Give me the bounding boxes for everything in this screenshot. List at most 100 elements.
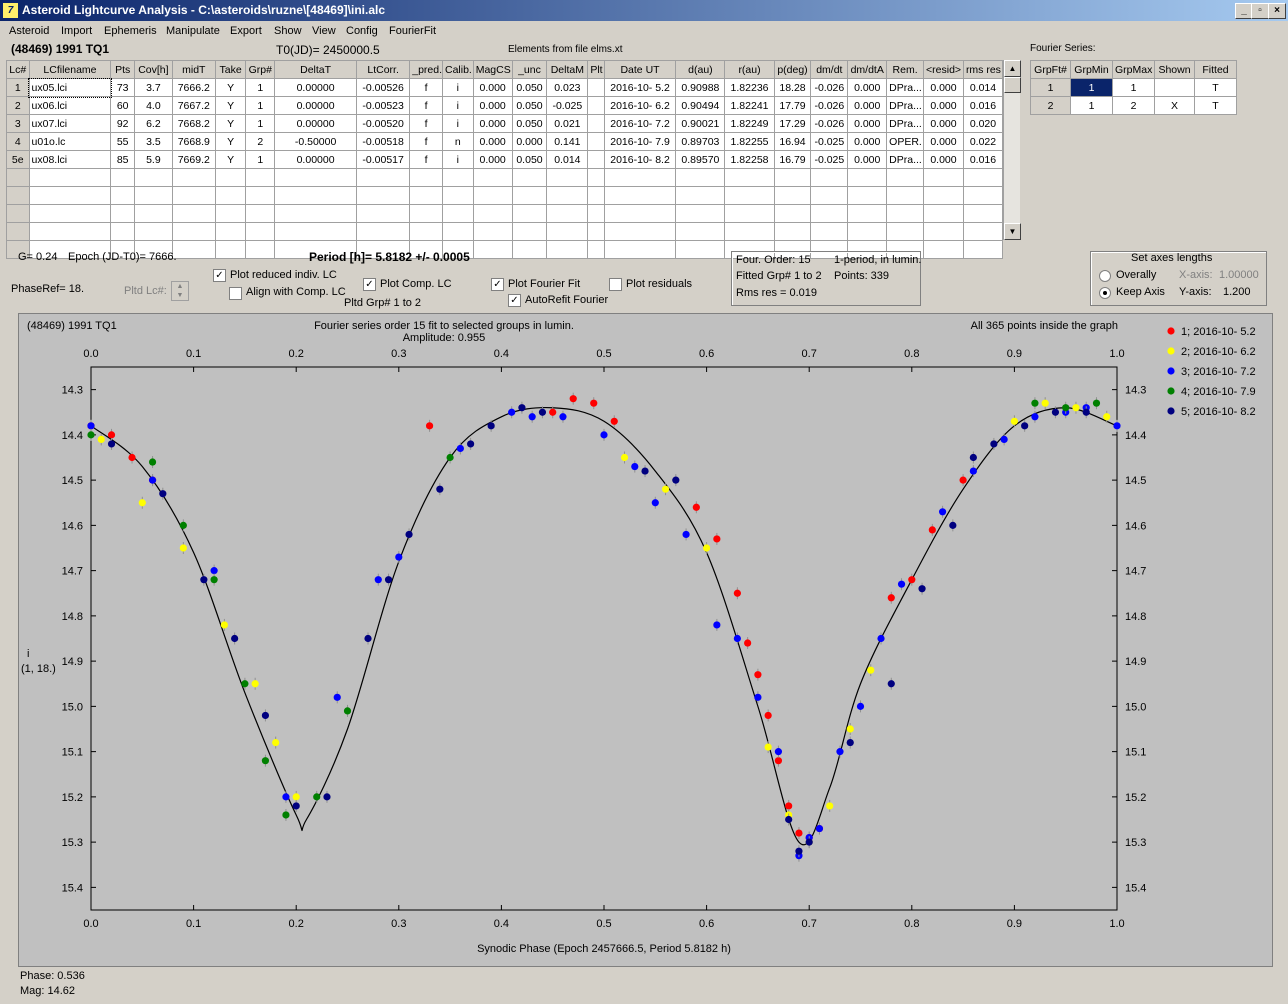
column-header[interactable]: Take	[214, 60, 247, 79]
table-cell[interactable]	[847, 168, 888, 187]
table-row[interactable]: 5e ux08.lci 85 5.9 7669.2 Y 1 0.00000 -0.00517 f i…	[6, 150, 1004, 169]
table-cell[interactable]	[923, 222, 964, 241]
row-header[interactable]: 2	[1030, 96, 1071, 115]
fourier-column-header[interactable]: GrpMin	[1070, 60, 1113, 79]
table-cell[interactable]	[110, 204, 135, 223]
table-cell[interactable]	[171, 168, 216, 187]
table-cell[interactable]	[245, 240, 276, 259]
table-cell[interactable]: 0.90988	[675, 78, 726, 97]
row-header[interactable]	[6, 186, 30, 205]
column-header[interactable]: DeltaT	[274, 60, 358, 79]
y-axis-input[interactable]: 1.200	[1223, 286, 1251, 298]
table-cell[interactable]: 0.014	[962, 78, 1004, 97]
table-cell[interactable]	[171, 204, 216, 223]
table-cell[interactable]	[472, 240, 513, 259]
table-cell[interactable]	[923, 240, 964, 259]
column-header[interactable]: Plt	[587, 60, 605, 79]
row-header[interactable]: 3	[6, 114, 30, 133]
table-cell[interactable]: 0.000	[923, 132, 964, 151]
table-row[interactable]: 1 ux05.lci 73 3.7 7666.2 Y 1 0.00000 -0.00526 f i 0…	[6, 77, 1004, 98]
table-cell[interactable]: 0.000	[923, 96, 964, 115]
table-cell[interactable]	[511, 240, 548, 259]
scroll-down-icon[interactable]: ▼	[1004, 223, 1021, 240]
menu-import[interactable]: Import	[61, 25, 92, 37]
table-cell[interactable]: 55	[110, 132, 135, 151]
table-cell[interactable]	[810, 186, 849, 205]
fourier-column-header[interactable]: Fitted	[1194, 60, 1237, 79]
table-cell[interactable]	[472, 222, 513, 241]
table-cell[interactable]	[28, 186, 112, 205]
table-cell[interactable]: f	[409, 132, 443, 151]
table-cell[interactable]	[356, 168, 411, 187]
column-header[interactable]: LtCorr.	[356, 60, 411, 79]
table-cell[interactable]	[675, 168, 726, 187]
table-row[interactable]: 3 ux07.lci 92 6.2 7668.2 Y 1 0.00000 -0.00520 f i 0…	[6, 114, 1004, 133]
table-cell[interactable]	[886, 204, 925, 223]
table-cell[interactable]	[511, 186, 548, 205]
table-cell[interactable]: -0.00520	[356, 114, 411, 133]
keep-axis-radio[interactable]	[1099, 287, 1111, 299]
table-cell[interactable]	[962, 204, 1004, 223]
table-cell[interactable]: 73	[110, 78, 135, 97]
table-cell[interactable]: 1	[245, 114, 276, 133]
table-cell[interactable]	[675, 240, 726, 259]
pltd-lc-spinner[interactable]: ▲ ▼	[171, 281, 189, 301]
table-cell[interactable]	[214, 204, 247, 223]
table-cell[interactable]	[28, 204, 112, 223]
table-cell[interactable]	[28, 168, 112, 187]
table-cell[interactable]: 0.016	[962, 96, 1004, 115]
table-cell[interactable]: 0.000	[923, 78, 964, 97]
table-cell[interactable]: n	[442, 132, 474, 151]
table-cell[interactable]	[171, 186, 216, 205]
table-cell[interactable]: 4.0	[133, 96, 173, 115]
table-cell[interactable]	[214, 186, 247, 205]
table-cell[interactable]	[214, 168, 247, 187]
table-row[interactable]: 2 ux06.lci 60 4.0 7667.2 Y 1 0.00000 -0.00523 f i 0…	[6, 96, 1004, 115]
column-header[interactable]: Calib.	[442, 60, 474, 79]
table-cell[interactable]: 7666.2	[171, 78, 216, 97]
plot-residuals-checkbox[interactable]	[609, 278, 622, 291]
table-cell[interactable]	[546, 204, 589, 223]
table-cell[interactable]	[962, 168, 1004, 187]
table-cell[interactable]: DPra...	[886, 150, 925, 169]
table-cell[interactable]	[472, 168, 513, 187]
column-header[interactable]: Date UT	[603, 60, 677, 79]
table-cell[interactable]: -0.025	[810, 132, 849, 151]
table-cell[interactable]: 1.82255	[724, 132, 775, 151]
table-cell[interactable]	[409, 222, 443, 241]
table-cell[interactable]: 0.000	[847, 150, 888, 169]
table-cell[interactable]	[356, 186, 411, 205]
table-cell[interactable]	[546, 168, 589, 187]
table-cell[interactable]	[245, 186, 276, 205]
table-cell[interactable]: Y	[214, 114, 247, 133]
table-cell[interactable]: 1.82241	[724, 96, 775, 115]
table-cell[interactable]	[923, 204, 964, 223]
table-cell[interactable]: Y	[214, 96, 247, 115]
table-cell[interactable]: f	[409, 114, 443, 133]
table-cell[interactable]: 85	[110, 150, 135, 169]
table-cell[interactable]	[274, 168, 358, 187]
empty-table-row[interactable]	[6, 168, 1004, 187]
table-cell[interactable]: Y	[214, 150, 247, 169]
overally-radio[interactable]	[1099, 270, 1111, 282]
fourier-series-table[interactable]: GrpFt# GrpMin GrpMax Shown Fitted 111T212XT	[1030, 60, 1237, 115]
table-cell[interactable]: Y	[214, 132, 247, 151]
table-cell[interactable]	[587, 240, 605, 259]
table-cell[interactable]: 0.000	[472, 132, 513, 151]
fourier-cell[interactable]: 2	[1112, 96, 1155, 115]
align-comp-checkbox[interactable]	[229, 287, 242, 300]
table-cell[interactable]: 0.000	[472, 78, 513, 97]
table-cell[interactable]: 0.050	[511, 150, 548, 169]
column-header[interactable]: dm/dtA	[847, 60, 888, 79]
table-cell[interactable]	[214, 240, 247, 259]
table-cell[interactable]: f	[409, 150, 443, 169]
column-header[interactable]: dm/dt	[810, 60, 849, 79]
table-cell[interactable]: i	[442, 78, 474, 97]
table-cell[interactable]	[245, 168, 276, 187]
table-cell[interactable]: 0.000	[847, 96, 888, 115]
table-cell[interactable]	[886, 186, 925, 205]
table-cell[interactable]	[245, 204, 276, 223]
table-cell[interactable]	[773, 168, 812, 187]
fourier-column-header[interactable]: Shown	[1154, 60, 1195, 79]
table-cell[interactable]	[442, 186, 474, 205]
